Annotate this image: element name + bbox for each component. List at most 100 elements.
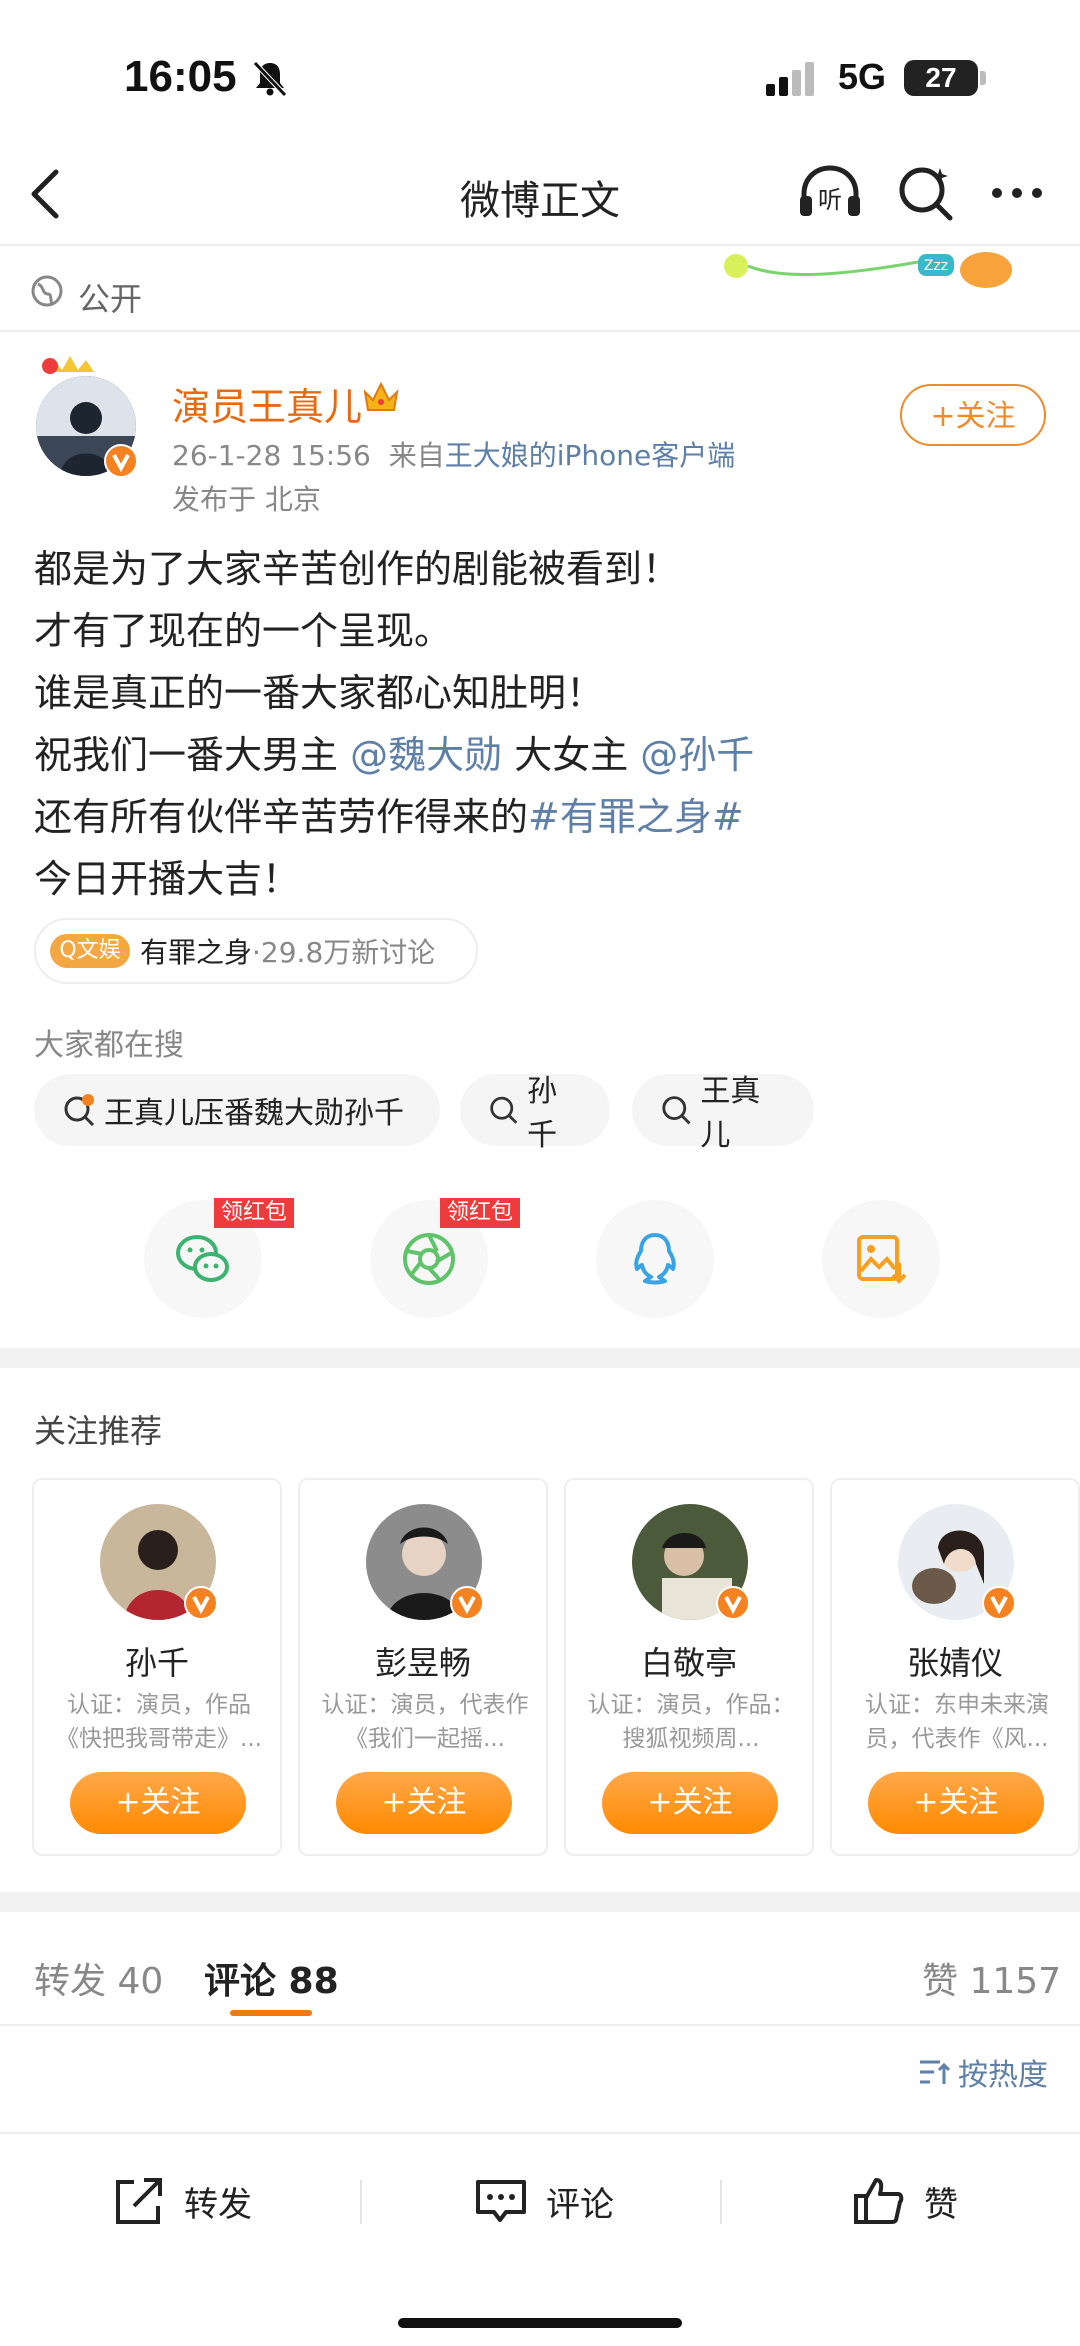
topic-chip[interactable]: Q文娱 有罪之身 ·29.8万新讨论	[34, 918, 478, 984]
repost-icon	[116, 2178, 162, 2224]
save-image-button[interactable]	[822, 1200, 940, 1318]
battery-level: 27	[904, 60, 978, 96]
search-chip[interactable]: 孙千	[460, 1074, 610, 1153]
sort-button[interactable]: 按热度	[918, 2050, 1048, 2094]
qq-icon	[634, 1233, 676, 1285]
topic-badge: Q文娱	[50, 934, 130, 968]
card-description: 认证：演员，作品：搜狐视频周...	[587, 1692, 795, 1752]
tabs-divider	[0, 2024, 1080, 2026]
like-button[interactable]: 赞	[852, 2176, 958, 2226]
tab-like[interactable]: 赞 1157	[922, 1952, 1061, 2004]
post-line: 今日开播大吉！	[34, 857, 301, 901]
post-line: 才有了现在的一个呈现。	[34, 609, 453, 653]
signal-icon	[766, 62, 814, 96]
visibility-label: 公开	[78, 280, 143, 318]
section-divider	[0, 330, 1080, 332]
topic-count: ·29.8万新讨论	[252, 936, 436, 969]
svg-text:Zzz: Zzz	[924, 258, 948, 274]
more-options-icon[interactable]	[990, 186, 1044, 200]
recommend-card[interactable]: 张婧仪 认证：东申未来演员，代表作《风... +关注	[830, 1478, 1080, 1856]
hashtag-link[interactable]: #有罪之身#	[528, 795, 744, 839]
sleeping-cat-decoration: Zzz	[724, 252, 1012, 288]
share-qq-button[interactable]	[596, 1200, 714, 1318]
battery-tip	[980, 71, 986, 85]
card-description: 认证：演员，作品《快把我哥带走》...	[56, 1692, 262, 1752]
verified-badge-icon	[716, 1586, 750, 1620]
repost-button[interactable]: 转发	[112, 2176, 252, 2226]
post-meta: 26-1-28 15:56 来自王大娘的iPhone客户端	[172, 434, 735, 474]
card-follow-button[interactable]: +关注	[336, 1772, 512, 1834]
svg-text:听: 听	[818, 186, 842, 214]
repost-label: 转发	[184, 2184, 252, 2225]
post-date: 26-1-28 15:56	[172, 439, 371, 472]
tab-repost[interactable]: 转发 40	[34, 1952, 163, 2004]
post-body: 都是为了大家辛苦创作的剧能被看到！ 才有了现在的一个呈现。 谁是真正的一番大家都…	[34, 538, 754, 910]
listen-headphone-icon[interactable]: 听	[798, 162, 862, 222]
comment-icon	[476, 2180, 526, 2222]
verified-badge-icon	[982, 1586, 1016, 1620]
moments-icon	[403, 1233, 455, 1285]
active-tab-indicator	[230, 2010, 312, 2016]
bottom-separator	[360, 2180, 362, 2224]
post-location: 发布于 北京	[172, 483, 321, 516]
source-prefix: 来自	[388, 439, 445, 472]
post-text: 大女主	[502, 733, 641, 777]
search-icon	[490, 1096, 518, 1124]
post-text: 还有所有伙伴辛苦劳作得来的	[34, 795, 529, 839]
avatar-crown-decoration	[42, 356, 94, 374]
recommend-title: 关注推荐	[34, 1412, 163, 1450]
search-chip-label: 王真儿	[700, 1074, 761, 1153]
topic-name: 有罪之身	[140, 936, 253, 969]
thumbs-up-icon	[854, 2178, 904, 2224]
verified-badge-icon	[184, 1586, 218, 1620]
tab-comment[interactable]: 评论 88	[204, 1952, 339, 2004]
sort-icon	[920, 2060, 950, 2084]
recommend-card[interactable]: 孙千 认证：演员，作品《快把我哥带走》... +关注	[32, 1478, 282, 1856]
section-separator	[0, 1348, 1080, 1368]
search-chip-label: 王真儿压番魏大勋孙千	[104, 1096, 404, 1131]
back-arrow-icon[interactable]	[26, 168, 66, 220]
hot-search-icon	[64, 1094, 95, 1127]
card-description: 认证：演员，代表作《我们一起摇...	[321, 1692, 529, 1752]
mute-bell-icon	[253, 61, 287, 97]
card-follow-button[interactable]: +关注	[602, 1772, 778, 1834]
card-description: 认证：东申未来演员，代表作《风...	[865, 1692, 1049, 1752]
verified-badge-icon	[450, 1586, 484, 1620]
globe-icon	[31, 275, 63, 307]
recommend-card[interactable]: 彭昱畅 认证：演员，代表作《我们一起摇... +关注	[298, 1478, 548, 1856]
bottom-separator	[720, 2180, 722, 2224]
red-packet-badge: 领红包	[214, 1198, 294, 1228]
card-follow-button[interactable]: +关注	[868, 1772, 1044, 1834]
post-line: 还有所有伙伴辛苦劳作得来的#有罪之身#	[34, 786, 754, 848]
search-chip[interactable]: 王真儿	[632, 1074, 814, 1153]
status-time: 16:05	[124, 52, 237, 101]
card-name: 白敬亭	[640, 1644, 737, 1682]
card-name: 张婧仪	[906, 1644, 1003, 1682]
comment-label: 评论	[546, 2184, 614, 2225]
post-text: 祝我们一番大男主	[34, 733, 351, 777]
search-chip-label: 孙千	[527, 1074, 558, 1153]
searching-label: 大家都在搜	[34, 1028, 184, 1063]
recommend-card[interactable]: 白敬亭 认证：演员，作品：搜狐视频周... +关注	[564, 1478, 814, 1856]
network-type: 5G	[838, 56, 887, 97]
author-name[interactable]: 演员王真儿	[172, 376, 362, 431]
card-name: 孙千	[124, 1644, 189, 1682]
section-separator	[0, 1892, 1080, 1912]
member-crown-icon	[363, 381, 399, 411]
wechat-icon	[176, 1235, 229, 1282]
search-icon[interactable]	[896, 164, 954, 222]
card-name: 彭昱畅	[374, 1644, 471, 1682]
mention-link[interactable]: @魏大勋	[350, 733, 502, 777]
save-image-icon	[857, 1235, 907, 1284]
post-line: 谁是真正的一番大家都心知肚明！	[34, 671, 605, 715]
post-source[interactable]: 王大娘的iPhone客户端	[445, 439, 736, 472]
card-follow-button[interactable]: +关注	[70, 1772, 246, 1834]
comment-button[interactable]: 评论	[474, 2176, 614, 2226]
red-packet-badge: 领红包	[440, 1198, 520, 1228]
mention-link[interactable]: @孙千	[640, 733, 754, 777]
follow-button[interactable]: +关注	[900, 384, 1046, 446]
home-indicator	[398, 2318, 682, 2328]
search-chip[interactable]: 王真儿压番魏大勋孙千	[34, 1074, 440, 1146]
post-line: 祝我们一番大男主 @魏大勋 大女主 @孙千	[34, 724, 754, 786]
search-icon	[662, 1096, 691, 1125]
